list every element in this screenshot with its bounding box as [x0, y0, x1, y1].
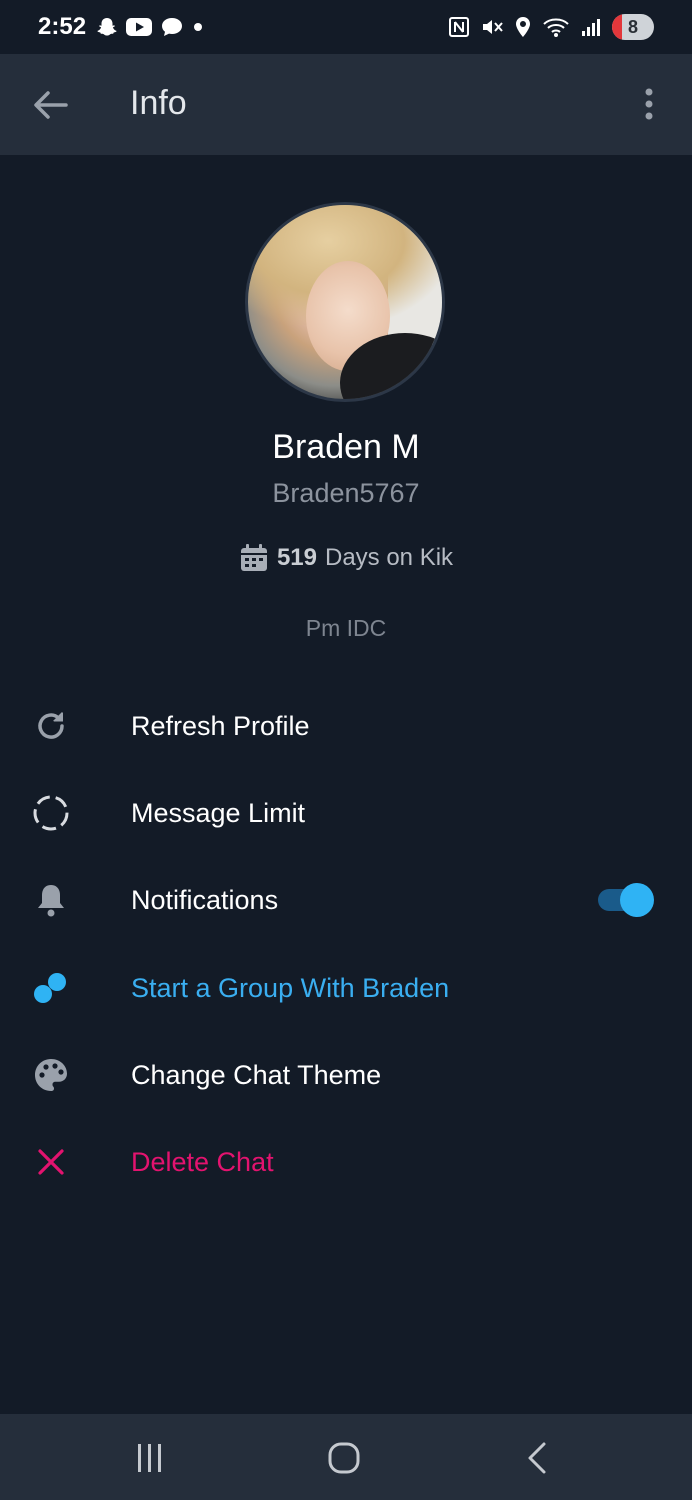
menu-item-delete-chat[interactable]: Delete Chat	[0, 1122, 692, 1202]
system-nav-bar	[0, 1414, 692, 1500]
menu-label-refresh-profile: Refresh Profile	[131, 710, 310, 741]
youtube-icon	[126, 18, 153, 36]
avatar[interactable]	[245, 202, 445, 402]
more-options-icon[interactable]	[636, 84, 662, 124]
profile-bio: Pm IDC	[305, 615, 387, 641]
menu-label-start-group: Start a Group With Braden	[131, 972, 450, 1003]
menu-label-delete-chat: Delete Chat	[131, 1146, 274, 1177]
notifications-toggle[interactable]	[598, 883, 656, 917]
refresh-icon	[30, 705, 72, 747]
back-arrow-icon[interactable]	[30, 87, 70, 123]
mute-icon	[483, 20, 503, 34]
location-icon	[516, 17, 530, 37]
menu-label-notifications: Notifications	[131, 884, 279, 915]
chat-bubble-icon	[162, 18, 183, 36]
close-icon	[30, 1141, 72, 1183]
status-right-icons: 8	[448, 14, 654, 40]
recent-apps-icon[interactable]	[130, 1441, 170, 1475]
username: Braden5767	[272, 478, 420, 508]
menu-item-notifications[interactable]: Notifications	[0, 860, 692, 940]
calendar-icon	[240, 544, 267, 571]
bell-icon	[30, 879, 72, 921]
snapchat-icon	[97, 18, 117, 36]
palette-icon	[30, 1054, 72, 1096]
menu-item-change-theme[interactable]: Change Chat Theme	[0, 1035, 692, 1115]
menu-item-refresh-profile[interactable]: Refresh Profile	[0, 686, 692, 766]
battery-icon: 8	[612, 14, 654, 40]
status-time: 2:52	[38, 13, 87, 40]
status-left-icons	[96, 16, 204, 38]
wifi-icon	[543, 18, 569, 37]
back-icon[interactable]	[518, 1441, 558, 1475]
page-title: Info	[130, 84, 187, 122]
menu-item-start-group[interactable]: Start a Group With Braden	[0, 948, 692, 1028]
nfc-icon	[449, 17, 469, 37]
menu-item-message-limit[interactable]: Message Limit	[0, 773, 692, 853]
days-count: 519	[276, 544, 317, 571]
display-name: Braden M	[272, 428, 420, 466]
signal-icon	[582, 19, 600, 36]
dot-icon	[194, 23, 203, 31]
battery-level: 8	[627, 16, 638, 37]
home-icon[interactable]	[324, 1441, 364, 1475]
days-suffix: Days on Kik	[324, 544, 454, 571]
days-on-kik: 519 Days on Kik	[0, 543, 692, 573]
message-limit-icon	[30, 792, 72, 834]
menu-label-message-limit: Message Limit	[131, 797, 306, 828]
app-bar: Info	[0, 54, 692, 155]
menu-label-change-theme: Change Chat Theme	[131, 1059, 382, 1090]
status-bar: 2:52 8	[0, 0, 692, 54]
group-icon	[30, 967, 72, 1009]
